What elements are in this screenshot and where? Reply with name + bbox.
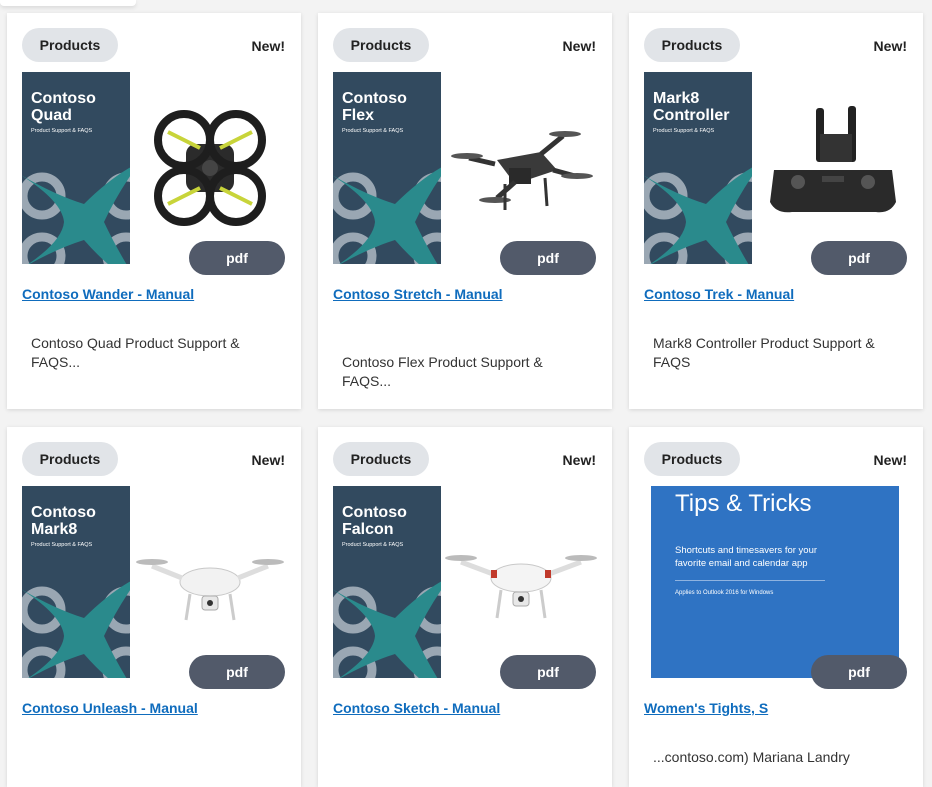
cover-subtitle: Product Support & FAQS (653, 128, 715, 134)
card-title-link[interactable]: Contoso Sketch - Manual (333, 700, 500, 716)
cover-title: Contoso Quad (31, 90, 96, 124)
card-title-link[interactable]: Contoso Stretch - Manual (333, 286, 503, 302)
tips-cover: Tips & Tricks Shortcuts and timesavers f… (651, 486, 899, 678)
card-thumbnail[interactable]: Contoso Falcon Product Support & FAQS (333, 486, 597, 678)
cover-title: Contoso Flex (342, 90, 407, 124)
cover-title: Mark8 Controller (653, 90, 730, 124)
manual-cover: Mark8 Controller Product Support & FAQS (644, 72, 752, 264)
card-thumbnail[interactable]: Contoso Mark8 Product Support & FAQS (22, 486, 286, 678)
card-description: Contoso Flex Product Support & FAQS... (342, 354, 543, 389)
card-title-link[interactable]: Contoso Wander - Manual (22, 286, 194, 302)
category-chip[interactable]: Products (333, 28, 429, 62)
new-badge: New! (251, 38, 285, 54)
product-card[interactable]: Products New! Tips & Tricks Shortcuts an… (629, 427, 923, 787)
white-drone-red-image (445, 555, 597, 619)
controller-image (770, 106, 896, 213)
quad-drone-image (154, 110, 266, 226)
cover-title: Contoso Mark8 (31, 504, 96, 538)
product-card[interactable]: Products New! Mark8 Controller Product S… (629, 13, 923, 409)
card-description: Contoso Quad Product Support & FAQS... (31, 335, 240, 370)
cover-subtitle: Product Support & FAQS (31, 542, 93, 548)
new-badge: New! (873, 452, 907, 468)
category-chip[interactable]: Products (22, 28, 118, 62)
card-description: ...contoso.com) Mariana Landry (653, 749, 850, 765)
manual-cover: Contoso Quad Product Support & FAQS (22, 72, 130, 264)
pdf-badge[interactable]: pdf (189, 241, 285, 275)
cover-subtitle: Product Support & FAQS (342, 128, 404, 134)
card-thumbnail[interactable]: Mark8 Controller Product Support & FAQS (644, 72, 908, 264)
pdf-badge[interactable]: pdf (500, 655, 596, 689)
pdf-badge[interactable]: pdf (189, 655, 285, 689)
product-card[interactable]: Products New! Contoso Quad Product Suppo… (7, 13, 301, 409)
pdf-badge[interactable]: pdf (811, 655, 907, 689)
card-description: Mark8 Controller Product Support & FAQS (653, 335, 875, 370)
card-thumbnail[interactable]: Contoso Flex Product Support & FAQS (333, 72, 597, 264)
new-badge: New! (251, 452, 285, 468)
tips-body: Shortcuts and timesavers for your favori… (675, 545, 818, 569)
card-title-link[interactable]: Contoso Trek - Manual (644, 286, 794, 302)
category-chip[interactable]: Products (22, 442, 118, 476)
cover-subtitle: Product Support & FAQS (342, 542, 404, 548)
manual-cover: Contoso Flex Product Support & FAQS (333, 72, 441, 264)
product-card[interactable]: Products New! Contoso Falcon Product Sup… (318, 427, 612, 787)
card-thumbnail[interactable]: Contoso Quad Product Support & FAQS (22, 72, 286, 264)
card-title-link[interactable]: Contoso Unleash - Manual (22, 700, 198, 716)
product-card[interactable]: Products New! Contoso Flex Product Suppo… (318, 13, 612, 409)
tips-note: Applies to Outlook 2016 for Windows (675, 590, 774, 596)
white-drone-image (136, 559, 284, 621)
product-card[interactable]: Products New! Contoso Mark8 Product Supp… (7, 427, 301, 787)
new-badge: New! (562, 452, 596, 468)
previous-card-edge (0, 0, 136, 6)
new-badge: New! (562, 38, 596, 54)
pdf-badge[interactable]: pdf (811, 241, 907, 275)
tips-title: Tips & Tricks (675, 490, 812, 517)
cover-title: Contoso Falcon (342, 504, 407, 538)
new-badge: New! (873, 38, 907, 54)
cover-subtitle: Product Support & FAQS (31, 128, 93, 134)
manual-cover: Contoso Falcon Product Support & FAQS (333, 486, 441, 678)
manual-cover: Contoso Mark8 Product Support & FAQS (22, 486, 130, 678)
divider (675, 580, 825, 581)
category-chip[interactable]: Products (333, 442, 429, 476)
card-thumbnail[interactable]: Tips & Tricks Shortcuts and timesavers f… (644, 486, 908, 678)
pdf-badge[interactable]: pdf (500, 241, 596, 275)
card-title-link[interactable]: Women's Tights, S (644, 700, 768, 716)
mini-drone-image (451, 131, 593, 210)
category-chip[interactable]: Products (644, 442, 740, 476)
category-chip[interactable]: Products (644, 28, 740, 62)
